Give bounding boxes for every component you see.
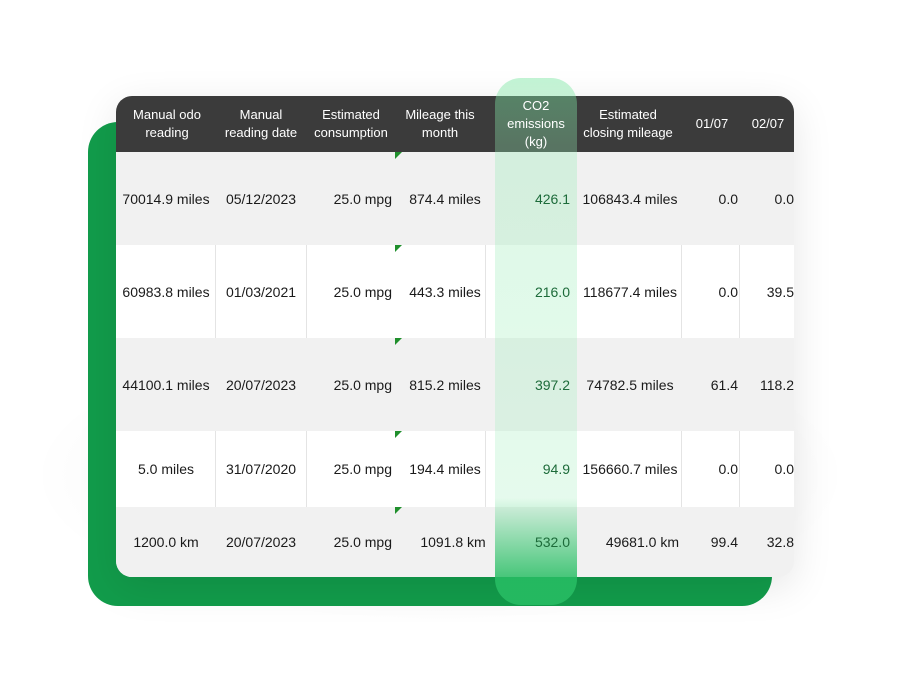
closing-mileage-cell: 106843.4 miles [582,190,678,207]
closing-mileage-cell: 156660.7 miles [582,461,678,477]
day-0207-cell: 0.0 [774,461,794,477]
day-0207-cell: 0.0 [774,190,794,207]
consumption-cell: 25.0 mpg [333,376,392,393]
co2-cell: 216.0 [534,283,570,300]
co2-cell: 397.2 [534,376,570,393]
day-0207-cell: 118.2 [760,376,794,393]
table-row: 44100.1 miles 20/07/2023 25.0 mpg 815.2 … [116,338,794,431]
day-0207-cell: 32.8 [766,534,794,550]
header-estimated-closing-mileage[interactable]: Estimated closing mileage [578,96,678,152]
odo-reading-cell: 44100.1 miles [122,376,210,393]
reading-date-cell: 31/07/2020 [225,461,297,477]
reading-date-cell: 20/07/2023 [225,534,297,550]
header-mileage-this-month[interactable]: Mileage this month [398,96,482,152]
day-0107-cell: 0.0 [718,461,738,477]
consumption-cell: 25.0 mpg [333,190,392,207]
reading-date-cell: 01/03/2021 [225,283,297,300]
co2-cell: 532.0 [534,534,570,550]
table-header: Manual odo reading Manual reading date E… [116,96,794,152]
mileage-cell: 194.4 miles [409,461,481,477]
reading-date-cell: 20/07/2023 [225,376,297,393]
consumption-cell: 25.0 mpg [333,534,392,550]
header-co2-emissions[interactable]: CO2 emissions (kg) [495,96,577,152]
table-row: 5.0 miles 31/07/2020 25.0 mpg 194.4 mile… [116,431,794,507]
day-0107-cell: 99.4 [710,534,738,550]
header-estimated-consumption[interactable]: Estimated consumption [308,96,394,152]
odo-reading-cell: 1200.0 km [133,534,199,550]
closing-mileage-cell: 118677.4 miles [583,283,677,300]
co2-cell: 426.1 [534,190,570,207]
consumption-cell: 25.0 mpg [333,283,392,300]
column-divider [739,245,740,338]
mileage-cell: 1091.8 km [420,534,486,550]
header-manual-reading-date[interactable]: Manual reading date [218,96,304,152]
data-table: Manual odo reading Manual reading date E… [116,96,794,577]
consumption-cell: 25.0 mpg [333,461,392,477]
day-0107-cell: 0.0 [718,190,738,207]
mileage-cell: 815.2 miles [409,376,481,393]
co2-cell: 94.9 [542,461,570,477]
column-divider [739,431,740,507]
cell-marker-icon [395,507,402,514]
day-0107-cell: 0.0 [718,283,738,300]
table-row: 60983.8 miles 01/03/2021 25.0 mpg 443.3 … [116,245,794,338]
header-manual-odo-reading[interactable]: Manual odo reading [120,96,214,152]
header-day-0107[interactable]: 01/07 [682,96,742,152]
header-day-0207[interactable]: 02/07 [744,96,792,152]
mileage-cell: 874.4 miles [409,190,481,207]
odo-reading-cell: 70014.9 miles [122,190,210,207]
odo-reading-cell: 60983.8 miles [122,283,210,300]
reading-date-cell: 05/12/2023 [225,190,297,207]
closing-mileage-cell: 74782.5 miles [586,376,674,393]
table-row: 1200.0 km 20/07/2023 25.0 mpg 1091.8 km … [116,507,794,577]
mileage-cell: 443.3 miles [409,283,481,300]
odo-reading-cell: 5.0 miles [137,461,195,477]
closing-mileage-cell: 49681.0 km [605,534,679,550]
day-0107-cell: 61.4 [710,376,738,393]
table-row: 70014.9 miles 05/12/2023 25.0 mpg 874.4 … [116,152,794,245]
day-0207-cell: 39.5 [766,283,794,300]
